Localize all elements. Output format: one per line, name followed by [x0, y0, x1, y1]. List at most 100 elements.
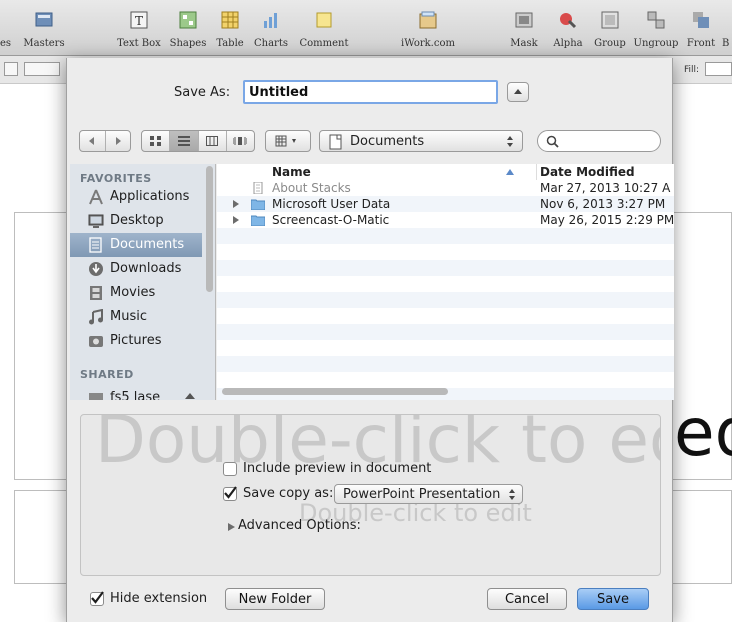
fill-color-well[interactable]: [705, 62, 732, 76]
list-view-icon: [177, 136, 190, 146]
eject-icon[interactable]: [184, 392, 196, 400]
toolbar-slides-button[interactable]: es: [0, 4, 16, 52]
forward-button[interactable]: [106, 131, 131, 151]
new-folder-button[interactable]: New Folder: [225, 588, 325, 610]
file-list-horizontal-scrollbar[interactable]: [222, 388, 448, 395]
sidebar-item-documents[interactable]: Documents: [70, 233, 202, 257]
sidebar-item-pictures[interactable]: Pictures: [70, 329, 202, 353]
table-icon: [221, 11, 239, 29]
list-view-button[interactable]: [170, 131, 199, 151]
toolbar-front-button[interactable]: Front: [684, 4, 718, 52]
view-mode-control: [141, 130, 255, 152]
applications-icon: [89, 189, 103, 205]
empty-row: [217, 292, 674, 308]
pictures-icon: [89, 336, 103, 347]
sidebar-scrollbar[interactable]: [206, 166, 213, 292]
cover-flow-icon: [233, 137, 248, 145]
toolbar-text-box-button[interactable]: T Text Box: [112, 4, 166, 52]
back-button[interactable]: [80, 131, 106, 151]
save-button[interactable]: Save: [577, 588, 649, 610]
column-header-date[interactable]: Date Modified: [538, 164, 674, 180]
hide-extension-label: Hide extension: [110, 591, 208, 606]
forward-arrow-icon: [115, 137, 121, 145]
save-as-input[interactable]: [243, 80, 498, 104]
file-list: Name Date Modified About Stacks Mar 27, …: [217, 164, 674, 400]
file-row-microsoft-user-data[interactable]: Microsoft User Data Nov 6, 2013 3:27 PM: [217, 196, 674, 212]
checkmark-icon: [91, 591, 104, 604]
arrange-button[interactable]: [265, 130, 311, 152]
toolbar-back-button[interactable]: B: [722, 4, 732, 52]
checkmark-icon: [224, 486, 237, 499]
format-bar-field[interactable]: [24, 62, 60, 76]
file-row-screencast-o-matic[interactable]: Screencast-O-Matic May 26, 2015 2:29 PM: [217, 212, 674, 228]
empty-row: [217, 356, 674, 372]
toolbar-alpha-button[interactable]: Alpha: [548, 4, 588, 52]
search-input[interactable]: [537, 130, 661, 152]
save-as-label: Save As:: [174, 85, 231, 100]
empty-row: [217, 372, 674, 388]
column-view-icon: [206, 136, 219, 146]
arrange-icon: [275, 135, 296, 147]
save-copy-checkbox[interactable]: [223, 486, 237, 501]
toolbar-comment-button[interactable]: Comment: [296, 4, 352, 52]
toolbar-iwork-button[interactable]: iWork.com: [392, 4, 464, 52]
column-view-button[interactable]: [199, 131, 227, 151]
chevron-up-icon: [514, 89, 522, 94]
desktop-icon: [88, 214, 104, 228]
expand-dialog-button[interactable]: [507, 82, 529, 102]
empty-row: [217, 276, 674, 292]
popup-arrows-icon: [509, 489, 515, 500]
folder-icon: [251, 215, 265, 226]
shared-header: SHARED: [80, 368, 134, 381]
sidebar-item-applications[interactable]: Applications: [70, 185, 202, 209]
column-header-name[interactable]: Name: [217, 164, 537, 180]
search-icon: [546, 135, 559, 148]
toolbar-ungroup-button[interactable]: Ungroup: [632, 4, 680, 52]
advanced-options-disclosure-icon[interactable]: [228, 523, 235, 531]
sidebar-item-desktop[interactable]: Desktop: [70, 209, 202, 233]
cancel-button[interactable]: Cancel: [487, 588, 567, 610]
sidebar-item-downloads[interactable]: Downloads: [70, 257, 202, 281]
file-row-about-stacks[interactable]: About Stacks Mar 27, 2013 10:27 A: [217, 180, 674, 196]
ungroup-icon: [647, 11, 665, 29]
documents-icon: [89, 237, 102, 253]
back-forward-control: [79, 130, 131, 152]
hide-extension-checkbox[interactable]: [90, 591, 104, 606]
include-preview-checkbox[interactable]: [223, 462, 237, 476]
svg-text:T: T: [135, 14, 143, 28]
location-popup[interactable]: Documents: [319, 130, 523, 152]
cover-flow-button[interactable]: [227, 131, 254, 151]
iwork-icon: [419, 11, 437, 29]
sidebar-item-music[interactable]: Music: [70, 305, 202, 329]
empty-row: [217, 228, 674, 244]
toolbar-masters-button[interactable]: Masters: [20, 4, 68, 52]
advanced-options-label: Advanced Options:: [238, 518, 361, 533]
format-bar-popup[interactable]: [4, 62, 18, 76]
disclosure-triangle-icon[interactable]: [233, 200, 239, 208]
icon-view-icon: [149, 136, 161, 146]
group-icon: [601, 11, 619, 29]
save-copy-format-popup[interactable]: PowerPoint Presentation: [334, 484, 523, 504]
sidebar-item-fs5-lase[interactable]: fs5 lase: [70, 386, 202, 400]
shapes-icon: [179, 11, 197, 29]
toolbar-table-button[interactable]: Table: [212, 4, 248, 52]
toolbar-mask-button[interactable]: Mask: [506, 4, 542, 52]
sidebar-item-movies[interactable]: Movies: [70, 281, 202, 305]
mask-icon: [515, 12, 533, 28]
favorites-header: FAVORITES: [80, 172, 152, 185]
icon-view-button[interactable]: [142, 131, 171, 151]
toolbar: es Masters T Text Box Shapes Table Chart…: [0, 0, 732, 56]
sort-ascending-icon: [506, 169, 514, 175]
alpha-icon: [560, 13, 577, 29]
toolbar-group-button[interactable]: Group: [590, 4, 630, 52]
documents-folder-icon: [329, 134, 342, 150]
music-icon: [89, 309, 103, 325]
empty-row: [217, 244, 674, 260]
disclosure-triangle-icon[interactable]: [233, 216, 239, 224]
empty-row: [217, 340, 674, 356]
toolbar-charts-button[interactable]: Charts: [250, 4, 292, 52]
downloads-icon: [89, 262, 103, 276]
toolbar-shapes-button[interactable]: Shapes: [168, 4, 208, 52]
back-arrow-icon: [89, 137, 95, 145]
slide-title-edge-text: ed: [674, 400, 732, 466]
